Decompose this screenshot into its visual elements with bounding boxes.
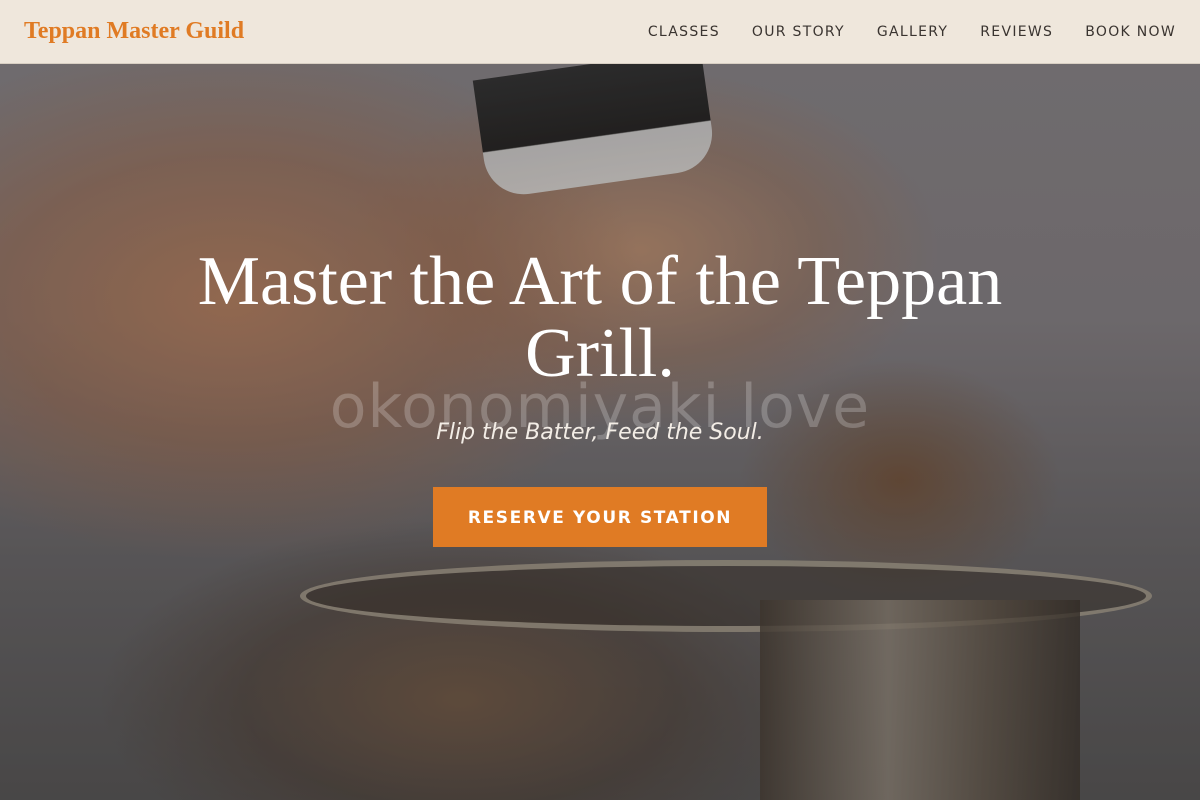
hero-section: Master the Art of the Teppan Grill. Flip… [0,246,1200,547]
nav-link-our-story[interactable]: OUR STORY [752,24,845,40]
nav-link-book-now[interactable]: BOOK NOW [1085,24,1176,40]
reserve-station-button[interactable]: RESERVE YOUR STATION [433,487,767,547]
hero-tagline: Flip the Batter, Feed the Soul. [436,420,764,445]
top-navbar: Teppan Master Guild CLASSES OUR STORY GA… [0,0,1200,64]
nav-link-gallery[interactable]: GALLERY [877,24,948,40]
nav-link-classes[interactable]: CLASSES [648,24,720,40]
hero-title: Master the Art of the Teppan Grill. [197,243,1003,392]
page: Teppan Master Guild CLASSES OUR STORY GA… [0,0,1200,800]
nav-link-reviews[interactable]: REVIEWS [980,24,1053,40]
brand-logo-link[interactable]: Teppan Master Guild [24,18,244,45]
main-nav: CLASSES OUR STORY GALLERY REVIEWS BOOK N… [648,24,1176,40]
